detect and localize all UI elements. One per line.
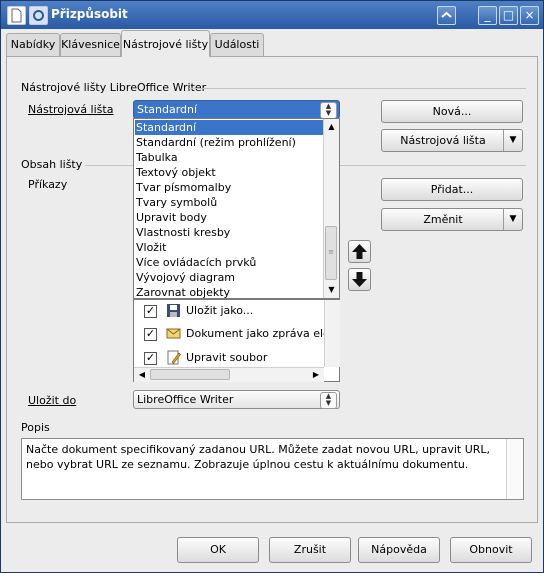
dropdown-option[interactable]: Standardní	[135, 120, 324, 135]
description-box: Načte dokument specifikovaný zadanou URL…	[21, 438, 524, 500]
command-label: Upravit soubor	[186, 351, 268, 364]
document-icon	[7, 6, 26, 25]
window-title: Přizpůsobit	[51, 7, 128, 21]
move-up-button[interactable]	[348, 240, 371, 263]
command-checkbox[interactable]: ✓	[144, 328, 157, 341]
scroll-right-icon[interactable]: ▶	[310, 369, 322, 380]
dropdown-option[interactable]: Textový objekt	[135, 165, 324, 180]
email-document-icon	[166, 328, 181, 339]
vertical-scrollbar[interactable]	[324, 300, 340, 367]
scroll-thumb[interactable]: ≡	[325, 226, 337, 280]
edit-file-icon	[167, 350, 181, 365]
dropdown-option[interactable]: Vložit	[135, 240, 324, 255]
save-in-label: Uložit do	[28, 394, 77, 407]
toolbar-dropdown-list[interactable]: Standardní Standardní (režim prohlížení) T…	[133, 118, 340, 299]
dropdown-option[interactable]: Vývojový diagram	[135, 270, 324, 285]
dropdown-option[interactable]: Vlastnosti kresby	[135, 225, 324, 240]
scroll-down-icon[interactable]: ▼	[326, 284, 337, 295]
vertical-scrollbar[interactable]: ▲ ≡ ▼	[323, 119, 339, 298]
dropdown-option[interactable]: Tvary symbolů	[135, 195, 324, 210]
save-in-value: LibreOffice Writer	[137, 393, 234, 406]
dropdown-option[interactable]: Více ovládacích prvků	[135, 255, 324, 270]
description-label: Popis	[21, 421, 50, 434]
list-item[interactable]: ✓ Dokument jako zpráva elektronické pošt…	[134, 323, 324, 347]
command-label: Uložit jako...	[186, 304, 254, 317]
tab-toolbars[interactable]: Nástrojové lišty	[121, 30, 210, 57]
list-item[interactable]: ✓ Uložit jako...	[134, 300, 324, 324]
scroll-left-icon[interactable]: ◀	[136, 369, 148, 380]
updown-arrow-icon: ▲ ▼	[320, 392, 337, 409]
tab-keyboard[interactable]: Klávesnice	[60, 33, 121, 56]
dropdown-option[interactable]: Upravit body	[135, 210, 324, 225]
shade-button[interactable]	[437, 6, 456, 25]
scroll-thumb[interactable]	[150, 369, 230, 380]
toolbar-menu-button[interactable]: Nástrojová lišta ▼	[381, 129, 523, 152]
help-button[interactable]: Nápověda	[358, 537, 440, 563]
toolbar-select-value: Standardní	[137, 103, 198, 116]
modify-button[interactable]: Změnit ▼	[381, 208, 523, 231]
window-menu-icon[interactable]	[29, 6, 48, 25]
command-checkbox[interactable]: ✓	[144, 352, 157, 365]
command-checkbox[interactable]: ✓	[144, 305, 157, 318]
commands-label: Příkazy	[28, 178, 68, 191]
command-label: Dokument jako zpráva elektronické pošty	[186, 327, 324, 340]
dropdown-option[interactable]: Tabulka	[135, 150, 324, 165]
maximize-button[interactable]: □	[499, 6, 518, 25]
vertical-scrollbar[interactable]	[506, 439, 523, 499]
horizontal-scrollbar[interactable]: ◀ ▶	[134, 367, 324, 382]
tab-events[interactable]: Události	[210, 33, 264, 56]
dropdown-option[interactable]: Tvar písmomalby	[135, 180, 324, 195]
close-button[interactable]: ×	[520, 6, 539, 25]
toolbar-select[interactable]: Standardní ▲ ▼	[133, 100, 340, 119]
title-bar[interactable]: Přizpůsobit _ □ ×	[1, 1, 543, 29]
description-text: Načte dokument specifikovaný zadanou URL…	[26, 443, 491, 471]
toolbars-heading: Nástrojové lišty LibreOffice Writer	[21, 81, 207, 94]
ok-button[interactable]: OK	[177, 537, 259, 563]
separator	[189, 88, 526, 89]
scroll-up-icon[interactable]: ▲	[326, 121, 337, 132]
save-in-select[interactable]: LibreOffice Writer ▲ ▼	[133, 390, 340, 409]
new-toolbar-button[interactable]: Nová...	[381, 100, 523, 123]
move-down-button[interactable]	[348, 268, 371, 291]
dropdown-arrow-icon: ▼	[503, 130, 522, 151]
arrow-up-icon	[352, 244, 367, 259]
dropdown-option[interactable]: Standardní (režim prohlížení)	[135, 135, 324, 150]
dropdown-option[interactable]: Zarovnat objekty	[135, 285, 324, 300]
customize-dialog: Přizpůsobit _ □ × Nabídky Klávesnice Nás…	[0, 0, 544, 573]
add-command-button[interactable]: Přidat...	[381, 178, 523, 201]
updown-arrow-icon: ▲ ▼	[320, 102, 337, 119]
save-as-icon	[167, 304, 180, 317]
reset-button[interactable]: Obnovit	[450, 537, 532, 563]
minimize-button[interactable]: _	[478, 6, 497, 25]
toolbar-label: Nástrojová lišta	[28, 103, 114, 116]
commands-list[interactable]: ✓ Uložit jako... ✓ Dokument jako zpráva …	[133, 299, 340, 382]
arrow-down-icon	[352, 272, 367, 287]
cancel-button[interactable]: Zrušit	[269, 537, 351, 563]
dropdown-arrow-icon: ▼	[503, 209, 522, 230]
tab-menus[interactable]: Nabídky	[6, 33, 60, 56]
contents-heading: Obsah lišty	[21, 158, 83, 171]
